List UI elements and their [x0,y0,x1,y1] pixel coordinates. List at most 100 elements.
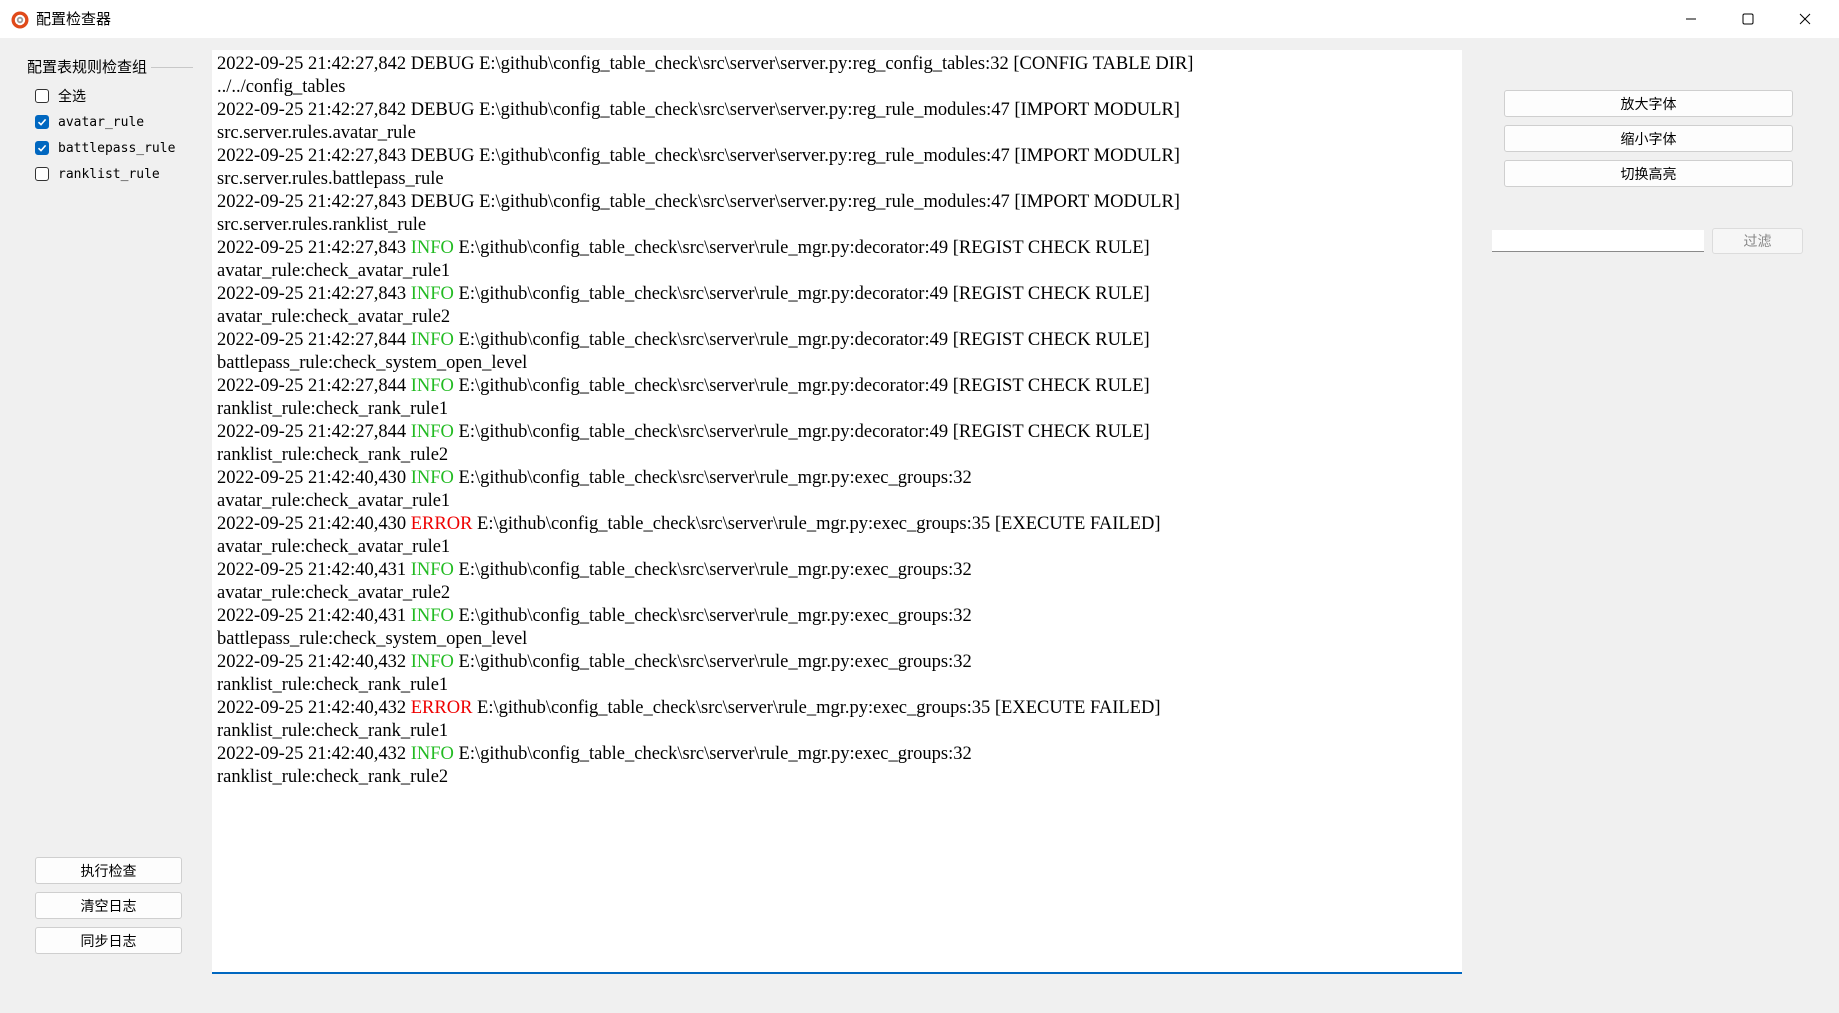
log-time: 2022-09-25 21:42:27,844 [217,330,407,350]
checkbox-box[interactable] [35,167,49,181]
checkbox-label: battlepass_rule [58,140,176,156]
log-level: INFO [410,468,454,488]
log-level: INFO [410,560,454,580]
title-bar[interactable]: 配置检查器 [0,0,1839,38]
log-time: 2022-09-25 21:42:40,432 [217,652,407,672]
log-entry: 2022-09-25 21:42:40,432 INFO E:\github\c… [217,743,1457,766]
log-message: E:\github\config_table_check\src\server\… [453,238,1150,258]
log-time: 2022-09-25 21:42:40,430 [217,514,407,534]
checkbox-battlepass-rule[interactable]: battlepass_rule [35,137,175,159]
toggle-highlight-button[interactable]: 切换高亮 [1504,160,1793,187]
close-button[interactable] [1777,0,1833,38]
log-entry: 2022-09-25 21:42:27,843 DEBUG E:\github\… [217,191,1457,214]
filter-button[interactable]: 过滤 [1712,228,1803,254]
log-level: INFO [410,376,454,396]
log-message: E:\github\config_table_check\src\server\… [474,100,1180,120]
log-time: 2022-09-25 21:42:27,843 [217,238,407,258]
log-message: E:\github\config_table_check\src\server\… [474,54,1194,74]
log-level: INFO [410,422,454,442]
log-time: 2022-09-25 21:42:27,842 [217,54,407,74]
log-message: E:\github\config_table_check\src\server\… [453,330,1150,350]
log-time: 2022-09-25 21:42:40,431 [217,606,407,626]
checkbox-label: 全选 [58,89,86,105]
log-detail: ranklist_rule:check_rank_rule1 [217,675,449,695]
log-entry: 2022-09-25 21:42:40,431 INFO E:\github\c… [217,559,1457,582]
log-message: E:\github\config_table_check\src\server\… [453,606,972,626]
log-time: 2022-09-25 21:42:40,432 [217,698,407,718]
log-message: E:\github\config_table_check\src\server\… [453,284,1150,304]
log-level: INFO [410,606,454,626]
log-time: 2022-09-25 21:42:40,430 [217,468,407,488]
log-level: DEBUG [410,54,475,74]
log-detail: src.server.rules.battlepass_rule [217,169,444,189]
log-entry: 2022-09-25 21:42:40,430 INFO E:\github\c… [217,467,1457,490]
zoom-in-font-button[interactable]: 放大字体 [1504,90,1793,117]
log-message: E:\github\config_table_check\src\server\… [474,192,1180,212]
log-detail: avatar_rule:check_avatar_rule1 [217,491,451,511]
log-detail: avatar_rule:check_avatar_rule2 [217,583,451,603]
log-level: INFO [410,284,454,304]
log-time: 2022-09-25 21:42:27,843 [217,146,407,166]
log-entry: 2022-09-25 21:42:27,844 INFO E:\github\c… [217,421,1457,444]
log-message: E:\github\config_table_check\src\server\… [453,652,972,672]
clear-log-button[interactable]: 清空日志 [35,892,182,919]
maximize-button[interactable] [1720,0,1776,38]
log-entry: 2022-09-25 21:42:27,844 INFO E:\github\c… [217,375,1457,398]
log-level: INFO [410,330,454,350]
maximize-icon [1742,13,1754,25]
sync-log-button[interactable]: 同步日志 [35,927,182,954]
log-level: DEBUG [410,146,475,166]
checkbox-select-all[interactable]: 全选 [35,85,86,107]
log-level: DEBUG [410,192,475,212]
filter-input[interactable] [1492,230,1704,252]
checkbox-box[interactable] [35,141,49,155]
close-icon [1799,13,1811,25]
minimize-icon [1686,18,1696,20]
log-message: E:\github\config_table_check\src\server\… [472,698,1161,718]
run-check-button[interactable]: 执行检查 [35,857,182,884]
log-detail: ../../config_tables [217,77,346,97]
log-level: ERROR [410,514,473,534]
log-time: 2022-09-25 21:42:40,432 [217,744,407,764]
checkbox-box[interactable] [35,89,49,103]
checkbox-label: ranklist_rule [58,166,160,182]
log-level: ERROR [410,698,473,718]
log-level: INFO [410,744,454,764]
log-detail: ranklist_rule:check_rank_rule1 [217,399,449,419]
log-message: E:\github\config_table_check\src\server\… [474,146,1180,166]
log-detail: battlepass_rule:check_system_open_level [217,629,528,649]
rule-group-title: 配置表规则检查组 [27,57,148,77]
group-divider [151,67,193,68]
log-detail: ranklist_rule:check_rank_rule1 [217,721,449,741]
log-entry: 2022-09-25 21:42:27,843 DEBUG E:\github\… [217,145,1457,168]
log-message: E:\github\config_table_check\src\server\… [453,376,1150,396]
log-detail: battlepass_rule:check_system_open_level [217,353,528,373]
log-time: 2022-09-25 21:42:27,844 [217,422,407,442]
log-detail: src.server.rules.avatar_rule [217,123,416,143]
log-message: E:\github\config_table_check\src\server\… [472,514,1161,534]
log-time: 2022-09-25 21:42:27,844 [217,376,407,396]
log-message: E:\github\config_table_check\src\server\… [453,422,1150,442]
log-entry: 2022-09-25 21:42:27,842 DEBUG E:\github\… [217,99,1457,122]
log-detail: avatar_rule:check_avatar_rule1 [217,261,451,281]
log-level: DEBUG [410,100,475,120]
log-entry: 2022-09-25 21:42:40,430 ERROR E:\github\… [217,513,1457,536]
log-entry: 2022-09-25 21:42:27,843 INFO E:\github\c… [217,283,1457,306]
log-output[interactable]: 2022-09-25 21:42:27,842 DEBUG E:\github\… [212,50,1462,974]
minimize-button[interactable] [1663,0,1719,38]
checkbox-label: avatar_rule [58,114,145,130]
window-title: 配置检查器 [36,10,112,28]
log-entry: 2022-09-25 21:42:27,842 DEBUG E:\github\… [217,53,1457,76]
check-icon [37,144,47,152]
checkbox-ranklist-rule[interactable]: ranklist_rule [35,163,160,185]
log-detail: ranklist_rule:check_rank_rule2 [217,767,449,787]
checkbox-avatar-rule[interactable]: avatar_rule [35,111,144,133]
check-icon [37,118,47,126]
log-entry: 2022-09-25 21:42:40,432 ERROR E:\github\… [217,697,1457,720]
zoom-out-font-button[interactable]: 缩小字体 [1504,125,1793,152]
log-level: INFO [410,238,454,258]
log-message: E:\github\config_table_check\src\server\… [453,560,972,580]
log-level: INFO [410,652,454,672]
log-time: 2022-09-25 21:42:40,431 [217,560,407,580]
checkbox-box[interactable] [35,115,49,129]
